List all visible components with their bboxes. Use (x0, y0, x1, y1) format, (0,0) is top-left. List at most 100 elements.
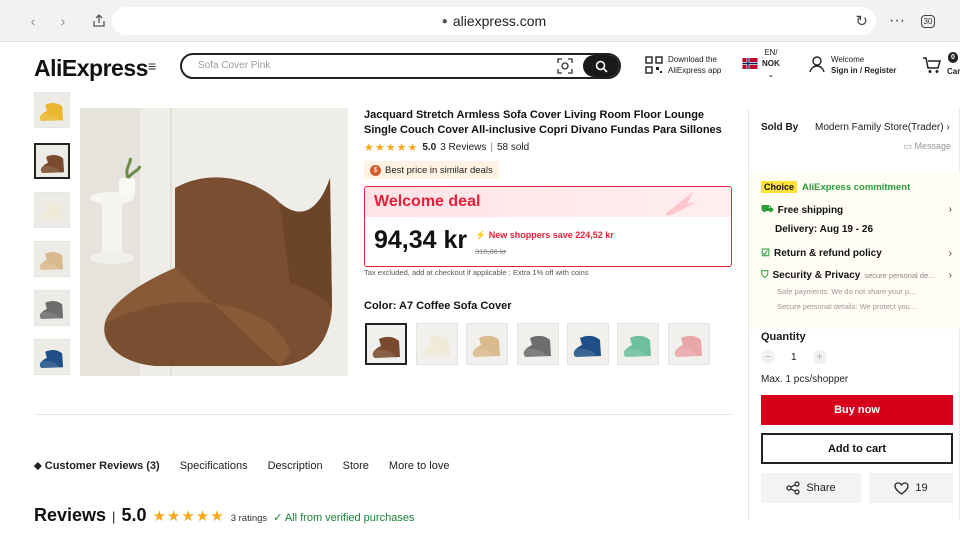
browser-toolbar: ‹ › 文A ● aliexpress.com ↻ ··· 30 (0, 0, 960, 42)
cart-icon[interactable] (922, 56, 942, 77)
search-icon (595, 60, 608, 73)
tab-customer-reviews[interactable]: ⬥ Customer Reviews (3) (34, 460, 160, 473)
image-search-icon[interactable] (557, 58, 573, 74)
qr-icon[interactable] (645, 56, 663, 77)
deal-title: Welcome deal (374, 193, 481, 210)
product-thumbnail[interactable] (34, 241, 70, 277)
rating-score: 5.0 (422, 142, 437, 153)
choice-tag: Choice (761, 181, 798, 193)
store-name: Modern Family Store(Trader) (815, 122, 944, 133)
free-shipping-row[interactable]: ⛟ Free shipping (761, 204, 843, 217)
back-icon[interactable]: ‹ (22, 10, 44, 32)
download-line1: Download the (668, 55, 717, 64)
quantity-label: Quantity (761, 331, 806, 343)
quantity-value[interactable]: 1 (791, 352, 797, 363)
tab-store[interactable]: Store (343, 460, 369, 473)
account-link[interactable]: Welcome Sign in / Register (831, 54, 896, 76)
reviews-link[interactable]: 3 Reviews (440, 142, 486, 153)
language-label: EN/ (764, 48, 778, 57)
color-value: A7 Coffee Sofa Cover (399, 300, 512, 312)
color-label-key: Color: (364, 300, 400, 312)
commitment-label: AliExpress commitment (802, 182, 911, 193)
tab-more-to-love[interactable]: More to love (389, 460, 450, 473)
color-swatch[interactable] (416, 323, 458, 365)
delivery-text: Delivery: Aug 19 - 26 (775, 224, 874, 235)
share-icon[interactable] (88, 10, 110, 32)
color-swatch[interactable] (365, 323, 407, 365)
sold-count: 58 sold (496, 142, 530, 153)
color-swatch[interactable] (567, 323, 609, 365)
chevron-right-icon: › (946, 122, 950, 133)
check-icon: ✓ (273, 512, 283, 524)
shield-icon: ⛉ (761, 270, 769, 281)
store-link[interactable]: Modern Family Store(Trader) › (815, 122, 950, 133)
share-button[interactable]: Share (761, 473, 861, 503)
decrease-button[interactable]: − (761, 350, 775, 364)
product-thumbnail[interactable] (34, 290, 70, 326)
aliexpress-logo[interactable]: AliExpress (34, 55, 148, 82)
flash-icon: ⚡ (475, 230, 487, 240)
color-swatch[interactable] (668, 323, 710, 365)
product-thumbnail[interactable] (34, 92, 70, 128)
message-label: Message (914, 141, 951, 151)
welcome-text: Welcome (831, 55, 865, 64)
reviews-stars: ★★★★★ (152, 508, 225, 525)
reviews-header: Reviews | 5.0 ★★★★★ 3 ratings ✓ All from… (34, 505, 414, 526)
safe-payments-text: Safe payments: We do not share your p... (777, 287, 916, 296)
signin-text: Sign in / Register (831, 66, 897, 75)
tab-count: 30 (920, 14, 936, 28)
purchase-panel: Sold By Modern Family Store(Trader) › ▭ … (748, 108, 960, 520)
search-bar[interactable]: Sofa Cover Pink (180, 53, 621, 79)
product-thumbnail[interactable] (34, 143, 70, 179)
heart-icon (894, 481, 910, 495)
url-bar[interactable]: ● aliexpress.com ↻ (112, 7, 876, 35)
norway-flag-icon (742, 58, 758, 72)
more-icon[interactable]: ··· (886, 10, 908, 32)
cart-label[interactable]: Car (947, 66, 960, 77)
sofa-image (80, 108, 348, 376)
buy-now-button[interactable]: Buy now (761, 395, 953, 425)
site-header: AliExpress ≡ Sofa Cover Pink Download th… (0, 42, 960, 98)
product-title: Jacquard Stretch Armless Sofa Cover Livi… (364, 109, 722, 136)
add-to-cart-button[interactable]: Add to cart (761, 433, 953, 464)
message-button[interactable]: ▭ Message (903, 141, 951, 152)
reviews-score: 5.0 (121, 505, 147, 525)
increase-button[interactable]: + (812, 350, 827, 364)
chevron-down-icon: ⌄ (767, 70, 775, 79)
search-input[interactable]: Sofa Cover Pink (198, 60, 270, 71)
verified-purchases: ✓ All from verified purchases (273, 511, 414, 524)
product-main-image[interactable] (80, 108, 348, 376)
user-icon[interactable] (808, 55, 826, 76)
language-currency-selector[interactable]: EN/ NOK ⌄ (762, 47, 780, 80)
color-swatch[interactable] (617, 323, 659, 365)
reload-icon[interactable]: ↻ (855, 12, 868, 30)
best-price-text: Best price in similar deals (385, 164, 493, 176)
wishlist-button[interactable]: 19 (869, 473, 953, 503)
chevron-right-icon: › (948, 204, 952, 215)
welcome-deal-box: Welcome deal 94,34 kr ⚡ New shoppers sav… (364, 186, 732, 267)
section-divider (34, 414, 732, 415)
cart-count-badge: 0 (948, 52, 958, 63)
tabs-icon[interactable]: 30 (917, 10, 939, 32)
current-price: 94,34 kr (374, 226, 468, 254)
tab-description[interactable]: Description (268, 460, 323, 473)
color-swatch[interactable] (466, 323, 508, 365)
tab-specifications[interactable]: Specifications (180, 460, 248, 473)
menu-icon[interactable]: ≡ (148, 58, 156, 74)
rating-row: ★★★★★ 5.0 3 Reviews | 58 sold (364, 141, 529, 154)
forward-icon[interactable]: › (52, 10, 74, 32)
download-app-link[interactable]: Download the AliExpress app (668, 54, 721, 76)
return-policy-row[interactable]: ☑ Return & refund policy (761, 248, 882, 259)
deal-header: Welcome deal (365, 187, 731, 217)
color-swatch[interactable] (517, 323, 559, 365)
logo-text: AliExpress (34, 55, 148, 81)
rating-separator: | (490, 142, 493, 153)
wishlist-count: 19 (915, 482, 928, 494)
original-price: 318,86 kr (475, 247, 507, 256)
security-row[interactable]: ⛉ Security & Privacy secure personal de... (761, 270, 934, 281)
truck-icon: ⛟ (761, 204, 774, 215)
detail-tabs: ⬥ Customer Reviews (3) Specifications De… (34, 460, 449, 473)
product-thumbnail[interactable] (34, 339, 70, 375)
product-thumbnail[interactable] (34, 192, 70, 228)
search-button[interactable] (583, 55, 619, 77)
